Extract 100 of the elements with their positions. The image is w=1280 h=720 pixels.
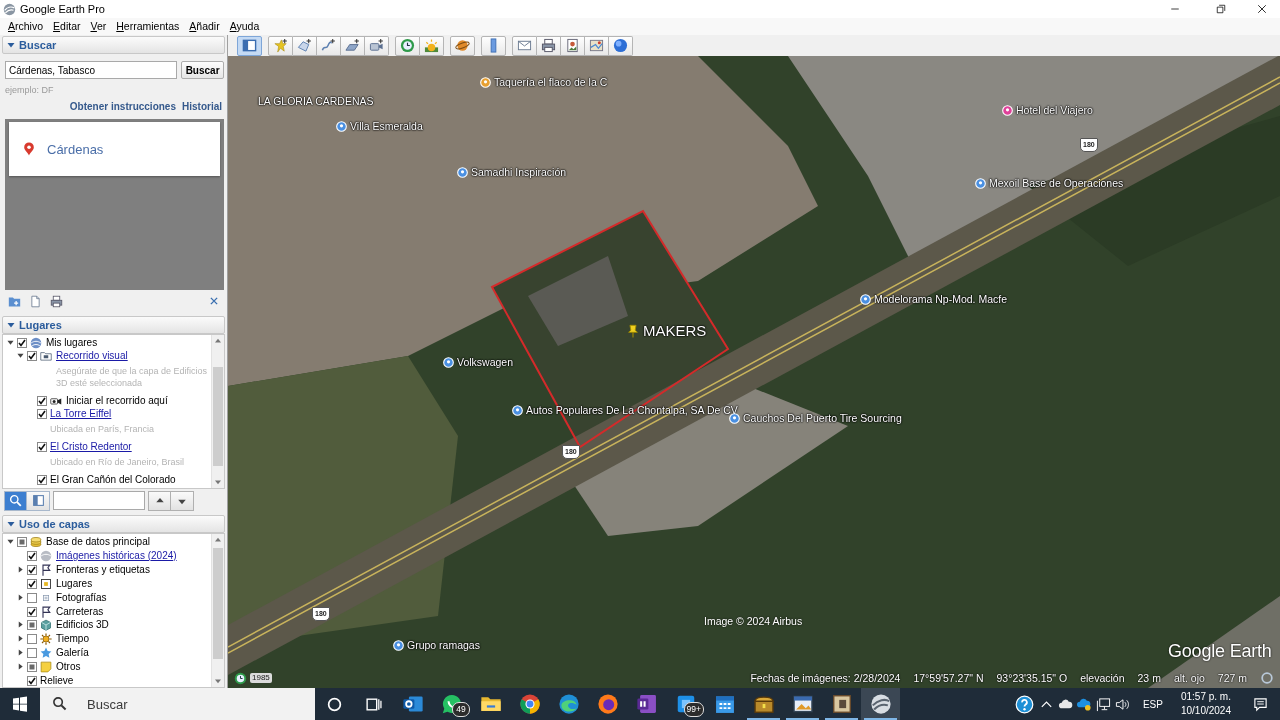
tree-item[interactable]: Fotografías (56, 590, 107, 605)
search-button[interactable]: Buscar (181, 61, 224, 79)
tree-link[interactable]: La Torre Eiffel (50, 407, 112, 420)
planet-switch-button[interactable] (450, 35, 475, 56)
menu-item[interactable]: Archivo (3, 19, 49, 34)
sidebar-toggle-button[interactable] (237, 35, 262, 56)
tree-item[interactable]: Relieve (40, 674, 74, 687)
tree-item[interactable]: Edificios 3D (56, 618, 109, 633)
checkbox[interactable] (27, 634, 37, 645)
checkbox[interactable] (27, 550, 37, 561)
section-header[interactable]: Buscar (2, 36, 225, 54)
printer-icon[interactable] (50, 294, 63, 308)
caret-right-icon[interactable] (17, 565, 24, 573)
checkbox[interactable] (27, 606, 37, 617)
result-card[interactable]: Cárdenas (9, 122, 220, 176)
checkbox[interactable] (27, 620, 37, 631)
caret-right-icon[interactable] (17, 663, 24, 671)
checkbox[interactable] (27, 564, 37, 575)
save-image-button[interactable] (561, 35, 585, 56)
clock-time[interactable]: 01:57 p. m. (1180, 690, 1231, 704)
tree-item[interactable]: Iniciar el recorrido aquí (66, 394, 168, 407)
menu-item[interactable]: Editar (48, 19, 86, 34)
add-folder-icon[interactable] (8, 294, 21, 308)
caret-right-icon[interactable] (17, 635, 24, 643)
tree-item[interactable]: Mis lugares (46, 336, 98, 349)
tree-link[interactable]: El Cristo Redentor (50, 440, 132, 453)
placemark-label[interactable]: MAKERS (643, 322, 707, 340)
place-label[interactable]: Villa Esmeralda (350, 119, 423, 133)
checkbox[interactable] (17, 338, 27, 348)
cloud-icon[interactable] (1076, 696, 1092, 712)
checkbox[interactable] (37, 475, 47, 485)
result-name[interactable]: Cárdenas (47, 141, 104, 157)
view-in-maps-button[interactable] (585, 35, 609, 56)
satellite-photo-placeholder[interactable] (228, 56, 1280, 688)
caret-right-icon[interactable] (17, 621, 24, 629)
section-header[interactable]: Uso de capas (2, 515, 225, 533)
search-field[interactable]: Cárdenas, Tabasco (5, 61, 178, 79)
speaker-icon[interactable] (1114, 696, 1130, 712)
checkbox[interactable] (27, 676, 37, 687)
add-polygon-button[interactable] (293, 35, 317, 56)
caret-down-icon[interactable] (17, 352, 24, 359)
panel-link[interactable]: Historial (182, 101, 222, 113)
taskbar-app-button[interactable]: 49 (432, 688, 471, 720)
map-marker-icon[interactable] (975, 177, 986, 189)
tree-item[interactable]: Carreteras (56, 604, 104, 619)
map-marker-icon[interactable] (393, 639, 404, 651)
earth-button[interactable] (609, 35, 633, 56)
tree-item[interactable]: Tiempo (56, 632, 89, 647)
map-marker-icon[interactable] (1002, 104, 1013, 116)
checkbox[interactable] (37, 409, 47, 419)
tree-item[interactable]: Fronteras y etiquetas (56, 562, 150, 577)
places-search-field[interactable] (53, 491, 145, 510)
close-icon[interactable] (209, 296, 219, 306)
map-marker-icon[interactable] (480, 76, 491, 88)
scrollbar[interactable] (211, 534, 224, 687)
caret-right-icon[interactable] (17, 649, 24, 657)
section-header[interactable]: Lugares (2, 316, 225, 334)
history-year-label[interactable]: 1985 (250, 673, 272, 683)
ruler-button[interactable] (481, 35, 506, 56)
historical-imagery-button[interactable] (395, 35, 420, 56)
checkbox[interactable] (17, 537, 27, 547)
tree-item[interactable]: Otros (56, 660, 81, 675)
checkbox[interactable] (27, 662, 37, 673)
map-marker-icon[interactable] (512, 404, 523, 416)
tree-item[interactable]: El Gran Cañón del Colorado (50, 473, 176, 486)
image-overlay-button[interactable] (341, 35, 365, 56)
add-path-button[interactable] (317, 35, 341, 56)
caret-down-icon[interactable] (7, 538, 14, 545)
menu-item[interactable]: Ayuda (224, 19, 265, 34)
tree-item[interactable]: Lugares (56, 576, 93, 591)
checkbox[interactable] (37, 442, 47, 452)
network-icon[interactable] (1095, 696, 1111, 712)
taskbar-search-field[interactable]: Buscar (40, 688, 315, 720)
tree-item[interactable]: Galería (56, 646, 89, 661)
taskbar-app-button[interactable]: 99+ (666, 688, 705, 720)
map-marker-icon[interactable] (443, 356, 454, 368)
menu-item[interactable]: Ver (85, 19, 112, 34)
pushpin-icon[interactable] (626, 322, 640, 340)
checkbox[interactable] (27, 648, 37, 659)
map-marker-icon[interactable] (860, 293, 871, 305)
map-marker-icon[interactable] (729, 412, 740, 424)
language-indicator[interactable]: ESP (1131, 698, 1172, 710)
panel-mode-button[interactable] (27, 490, 50, 511)
panel-link[interactable]: Obtener instrucciones (69, 101, 176, 113)
caret-down-icon[interactable] (7, 41, 15, 49)
clock-icon[interactable] (234, 671, 247, 685)
print-button[interactable] (537, 35, 561, 56)
map-marker-icon[interactable] (457, 166, 468, 178)
checkbox[interactable] (27, 592, 37, 603)
clock-date[interactable]: 10/10/2024 (1180, 704, 1231, 718)
menu-item[interactable]: Herramientas (111, 19, 185, 34)
checkbox[interactable] (27, 351, 37, 361)
caret-right-icon[interactable] (17, 593, 24, 601)
caret-down-icon[interactable] (7, 339, 14, 346)
search-mode-button[interactable] (4, 490, 27, 511)
previous-button[interactable] (148, 490, 171, 511)
tree-link[interactable]: Recorrido visual (56, 349, 128, 362)
tree-item[interactable]: Base de datos principal (46, 535, 150, 549)
taskbar-app-button[interactable] (861, 688, 900, 720)
sunlight-button[interactable] (420, 35, 444, 56)
